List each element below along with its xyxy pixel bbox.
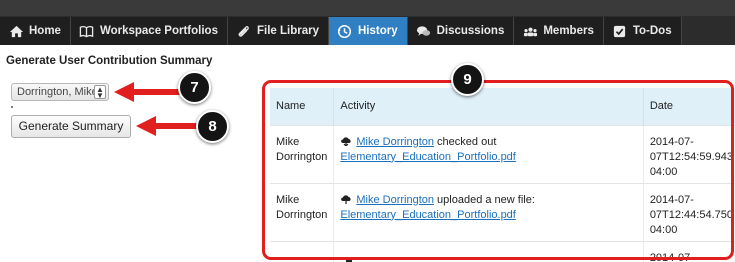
cell-activity: Mike Dorrington uploaded a new file: Ele… [333,182,644,241]
nav-todos-label: To-Dos [632,25,672,37]
select-stepper-icon: ▲ ▼ [94,85,106,100]
cell-name: Mike Dorrington [270,182,335,241]
date-line: 04:00 [649,165,678,178]
main-nav: Home Workspace Portfolios File Library H… [0,17,682,45]
top-strip [0,0,735,16]
nav-history[interactable]: History [328,17,408,45]
nav-members[interactable]: Members [514,17,604,45]
table-row: Mike Dorrington Mike Dorrington checked … [270,124,735,183]
actor-link[interactable]: Mike Dorrington [356,194,434,206]
nav-workspace-portfolios-label: Workspace Portfolios [99,25,218,37]
callout-arrow-8 [136,116,198,136]
cell-activity [333,240,644,262]
file-link[interactable]: Elementary_Education_Portfolio.pdf [340,151,516,163]
date-line: 07T12:54:59.943 [649,150,733,163]
header-name: Name [270,88,335,125]
section-title: Generate User Contribution Summary [6,55,213,67]
name-last: Dorrington [276,208,328,221]
nav-file-library[interactable]: File Library [228,17,329,45]
nav-members-label: Members [543,25,594,37]
date-line: 2014-07- [649,135,694,148]
home-icon [8,23,24,39]
header-activity: Activity [333,88,644,125]
people-icon [522,23,538,39]
nav-todos[interactable]: To-Dos [604,17,682,45]
date-line: 07T12:44:54.750 [649,208,733,221]
activity-text: uploaded a new file: [434,193,535,206]
name-last: Dorrington [276,150,328,163]
cell-date: 2014-07- [643,240,735,262]
cell-name: Mike Dorrington [270,124,335,183]
callout-badge-9: 9 [451,63,484,96]
user-select-value: Dorrington, Mike [17,86,98,98]
date-line: 2014-07- [649,193,694,206]
history-table: Name Activity Date Mike Dorrington Mike … [270,88,735,262]
book-icon [79,23,95,39]
history-table-panel: Name Activity Date Mike Dorrington Mike … [262,80,735,262]
separator-dot [11,106,13,108]
activity-text: checked out [434,135,497,148]
nav-file-library-label: File Library [256,25,319,37]
actor-link[interactable]: Mike Dorrington [356,136,434,148]
cell-name [270,240,335,262]
nav-home-label: Home [29,25,61,37]
header-date: Date [643,88,735,125]
nav-discussions-label: Discussions [436,25,505,37]
table-row: 2014-07- [270,240,735,262]
nav-workspace-portfolios[interactable]: Workspace Portfolios [71,17,228,45]
nav-discussions[interactable]: Discussions [408,17,515,45]
cloud-download-icon [341,136,352,146]
paperclip-icon [236,23,252,39]
clock-icon [337,23,353,39]
table-header-row: Name Activity Date [270,88,735,125]
cell-date: 2014-07- 07T12:44:54.750 04:00 [643,182,735,241]
file-link[interactable]: Elementary_Education_Portfolio.pdf [340,209,516,221]
nav-history-label: History [357,25,398,37]
checkbox-icon [612,23,628,39]
speech-bubbles-icon [416,23,432,39]
user-select[interactable]: Dorrington, Mike ▲ ▼ [11,83,109,101]
table-row: Mike Dorrington Mike Dorrington uploaded… [270,182,735,241]
name-first: Mike [276,135,300,148]
date-line: 2014-07- [649,251,694,262]
cell-date: 2014-07- 07T12:54:59.943 04:00 [643,124,735,183]
date-line: 04:00 [649,223,678,236]
nav-home[interactable]: Home [0,17,71,45]
generate-summary-button[interactable]: Generate Summary [11,115,131,138]
callout-badge-7: 7 [178,71,211,104]
cloud-upload-icon [341,194,352,204]
name-first: Mike [276,193,300,206]
cell-activity: Mike Dorrington checked out Elementary_E… [333,124,644,183]
callout-badge-8: 8 [196,110,229,143]
cloud-icon [346,258,353,262]
callout-arrow-7 [114,82,182,102]
top-bar: Home Workspace Portfolios File Library H… [0,0,735,45]
